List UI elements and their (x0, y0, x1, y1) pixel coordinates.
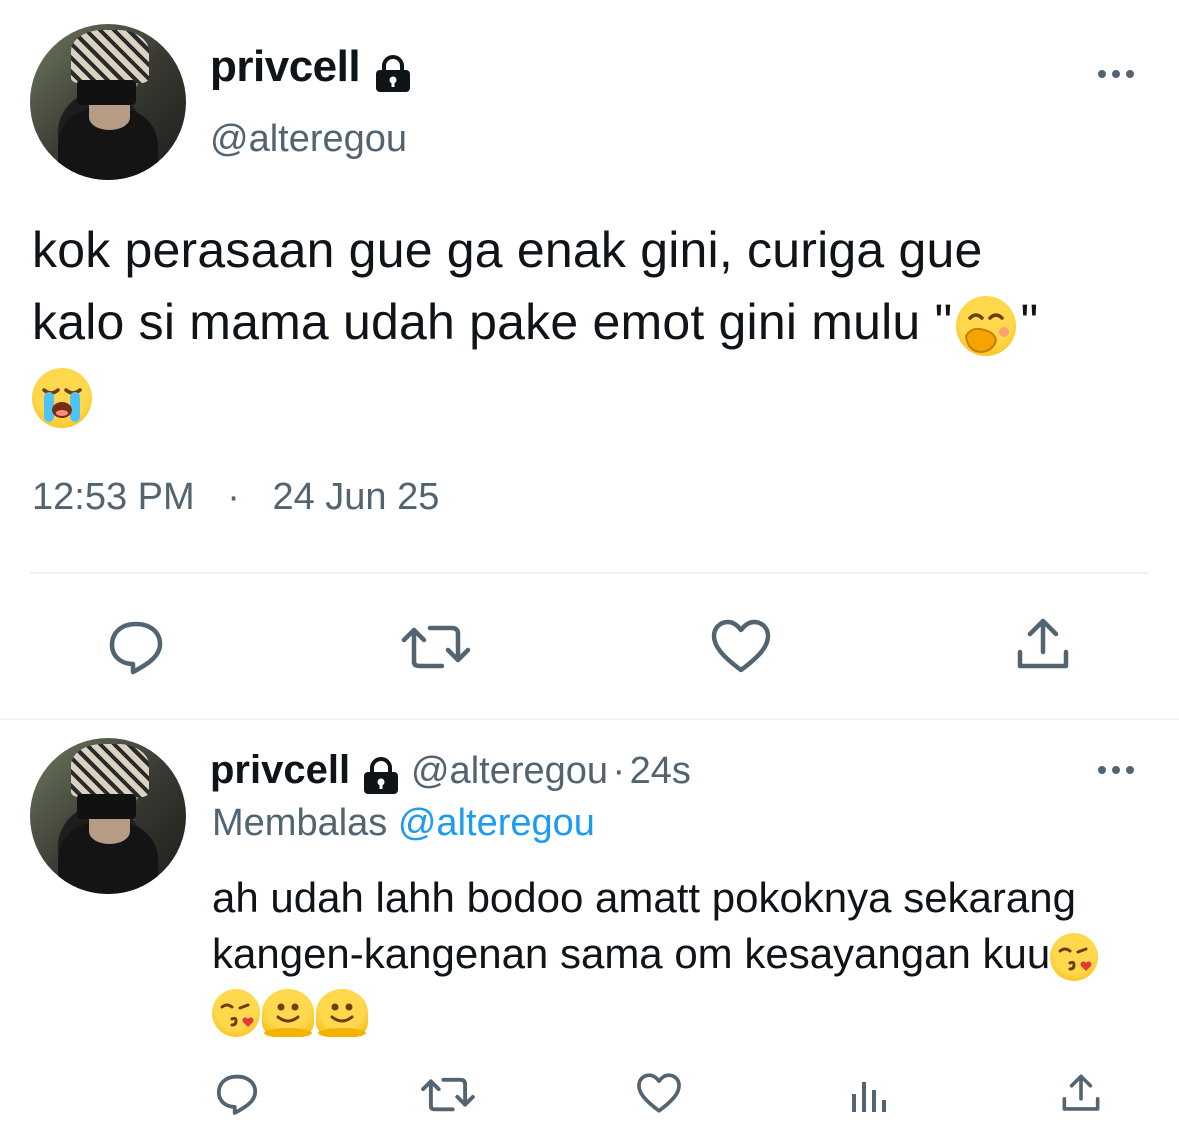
loudly-crying-face-icon (32, 367, 92, 428)
reply-icon[interactable] (214, 1072, 260, 1116)
main-tweet-line-3 (32, 358, 1152, 430)
replying-label: Membalas (212, 802, 388, 844)
face-blowing-kiss-icon (1050, 932, 1099, 981)
more-options-icon[interactable] (1096, 760, 1136, 780)
main-author-row: privcell (210, 42, 415, 99)
reply-icon[interactable] (106, 618, 166, 676)
main-tweet-line-2-text: kalo si mama udah pake emot gini mulu " (32, 294, 953, 350)
reply-age[interactable]: 24s (630, 750, 691, 792)
reply-avatar[interactable] (30, 738, 186, 894)
reply-tweet-line-2: kangen-kangenan sama om kesayangan kuu (212, 926, 1162, 982)
main-tweet-closing-quote: " (1020, 294, 1039, 350)
main-avatar[interactable] (30, 24, 186, 180)
lock-icon (359, 756, 403, 801)
like-icon[interactable] (710, 618, 772, 674)
like-icon[interactable] (636, 1072, 682, 1114)
replying-to-row: Membalas @alteregou (212, 802, 595, 845)
lock-icon (371, 54, 415, 99)
main-display-name[interactable]: privcell (210, 42, 361, 91)
face-with-hand-over-mouth-icon (956, 295, 1017, 356)
reply-author-row: privcell @alteregou · 24s (210, 748, 691, 801)
melting-face-icon (262, 988, 314, 1037)
section-divider (0, 718, 1179, 720)
main-tweet-line-2: kalo si mama udah pake emot gini mulu " … (32, 286, 1152, 358)
face-blowing-kiss-icon (212, 988, 260, 1037)
retweet-icon[interactable] (400, 618, 472, 672)
reply-tweet-line-3 (212, 982, 1162, 1038)
divider (30, 572, 1148, 574)
reply-dot: · (612, 750, 626, 792)
share-icon[interactable] (1014, 616, 1072, 672)
replying-to-mention[interactable]: @alteregou (398, 802, 595, 844)
main-tweet-line-1: kok perasaan gue ga enak gini, curiga gu… (32, 222, 983, 278)
more-options-icon[interactable] (1096, 64, 1136, 84)
main-handle[interactable]: @alteregou (210, 118, 407, 161)
retweet-icon[interactable] (420, 1072, 476, 1114)
main-tweet-text: kok perasaan gue ga enak gini, curiga gu… (32, 214, 1152, 430)
reply-tweet-line-1: ah udah lahh bodoo amatt pokoknya sekara… (212, 874, 1076, 921)
main-time[interactable]: 12:53 PM (32, 476, 195, 518)
melting-face-icon (316, 988, 368, 1037)
meta-separator: · (227, 476, 240, 518)
reply-tweet-text: ah udah lahh bodoo amatt pokoknya sekara… (212, 870, 1162, 1038)
main-date[interactable]: 24 Jun 25 (272, 476, 439, 518)
share-icon[interactable] (1060, 1072, 1102, 1114)
reply-display-name[interactable]: privcell (210, 748, 350, 792)
reply-tweet-line-2-text: kangen-kangenan sama om kesayangan kuu (212, 930, 1051, 977)
main-timestamp-row: 12:53 PM · 24 Jun 25 (32, 476, 439, 519)
reply-handle[interactable]: @alteregou (411, 750, 608, 792)
analytics-icon[interactable] (850, 1074, 890, 1114)
